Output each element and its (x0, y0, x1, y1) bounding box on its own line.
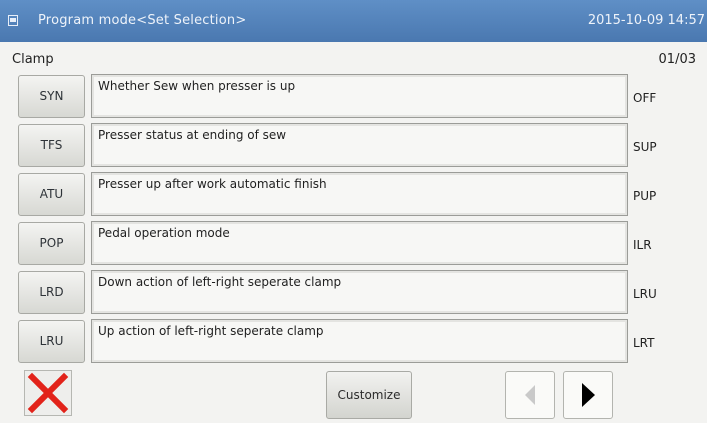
param-code-button-syn[interactable]: SYN (18, 75, 85, 118)
previous-page-button[interactable] (505, 371, 555, 419)
red-x-icon (27, 372, 69, 414)
arrow-right-icon (582, 383, 595, 407)
param-value-syn: OFF (633, 91, 657, 105)
param-value-pop: ILR (633, 238, 652, 252)
param-description-tfs[interactable]: Presser status at ending of sew (91, 123, 628, 167)
param-value-tfs: SUP (633, 140, 657, 154)
window-title: Program mode<Set Selection> (38, 13, 247, 28)
arrow-left-icon (525, 385, 535, 405)
param-code-button-atu[interactable]: ATU (18, 173, 85, 216)
param-code-button-lrd[interactable]: LRD (18, 271, 85, 314)
page-indicator: 01/03 (658, 52, 696, 67)
param-description-atu[interactable]: Presser up after work automatic finish (91, 172, 628, 216)
title-bar: Program mode<Set Selection> 2015-10-09 1… (0, 0, 707, 42)
param-description-syn[interactable]: Whether Sew when presser is up (91, 74, 628, 118)
param-value-atu: PUP (633, 189, 657, 203)
param-code-button-tfs[interactable]: TFS (18, 124, 85, 167)
param-description-pop[interactable]: Pedal operation mode (91, 221, 628, 265)
param-value-lru: LRT (633, 336, 655, 350)
section-label: Clamp (12, 52, 54, 67)
param-description-lrd[interactable]: Down action of left-right seperate clamp (91, 270, 628, 314)
customize-button[interactable]: Customize (326, 371, 412, 419)
param-description-lru[interactable]: Up action of left-right seperate clamp (91, 319, 628, 363)
param-code-button-lru[interactable]: LRU (18, 320, 85, 363)
cancel-button[interactable] (24, 370, 72, 416)
next-page-button[interactable] (563, 371, 613, 419)
param-value-lrd: LRU (633, 287, 657, 301)
datetime-display: 2015-10-09 14:57 (587, 13, 705, 28)
window-icon (8, 15, 18, 26)
param-code-button-pop[interactable]: POP (18, 222, 85, 265)
